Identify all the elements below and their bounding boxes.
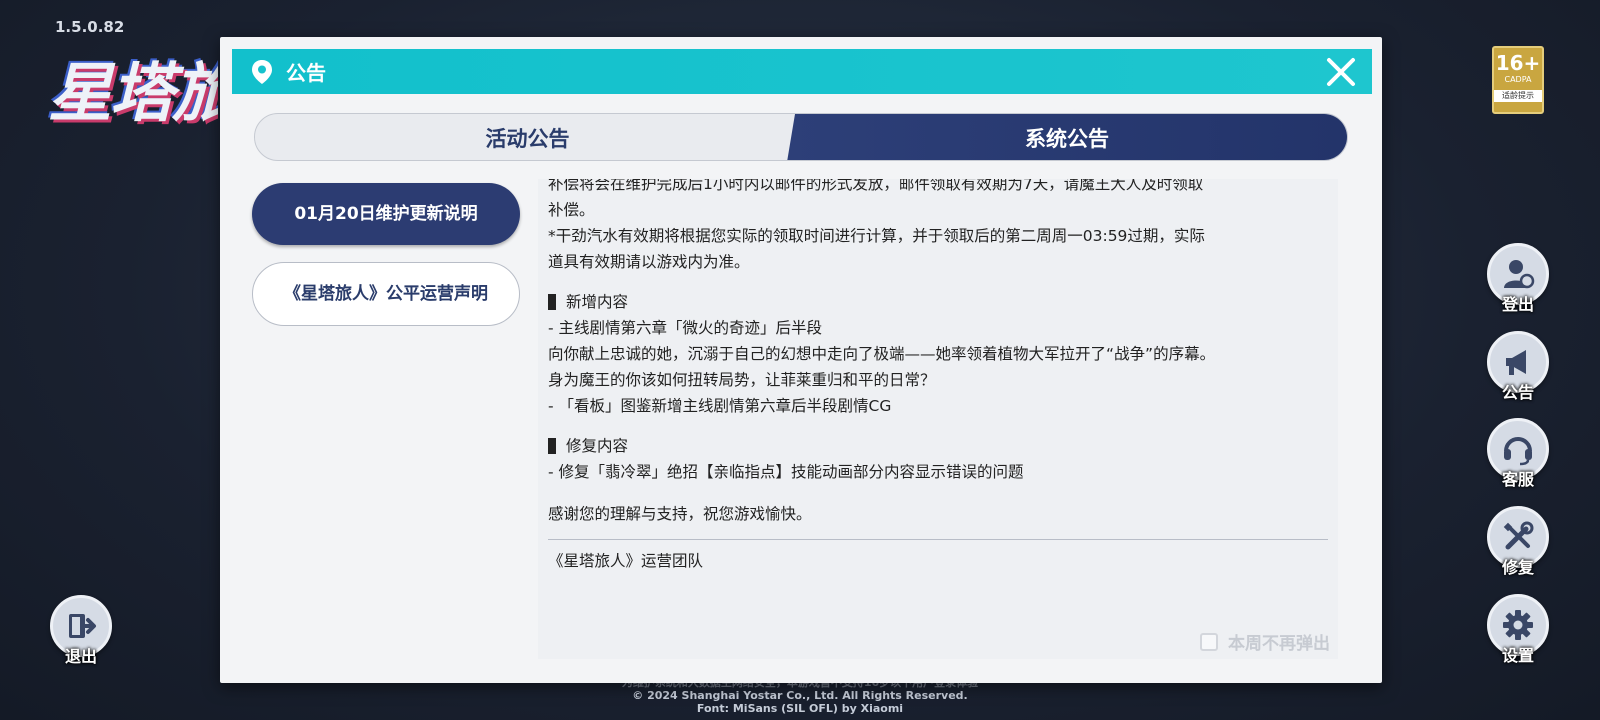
content-line: *干劲汽水有效期将根据您实际的领取时间进行计算，并于领取后的第二周周一03:59… xyxy=(548,227,1205,245)
age-rating-badge[interactable]: 16+ CADPA 适龄提示 xyxy=(1492,46,1544,114)
repair-button[interactable]: 修复 xyxy=(1485,506,1551,586)
age-rating-number: 16+ xyxy=(1495,51,1541,75)
section-marker-icon xyxy=(548,294,556,310)
notice-button[interactable]: 公告 xyxy=(1485,331,1551,411)
content-line: 身为魔王的你该如何扭转局势，让菲莱重归和平的日常？ xyxy=(548,371,936,389)
logout-button[interactable]: 登出 xyxy=(1485,243,1551,323)
content-line: - 主线剧情第六章「微火的奇迹」后半段 xyxy=(548,319,823,337)
settings-button[interactable]: 设置 xyxy=(1485,594,1551,674)
dont-show-this-week-checkbox[interactable]: 本周不再弹出 xyxy=(1200,629,1330,654)
settings-label: 设置 xyxy=(1501,646,1534,665)
dont-show-this-week-label: 本周不再弹出 xyxy=(1228,634,1330,654)
announcement-item-fair-operation[interactable]: 《星塔旅人》公平运营声明 xyxy=(252,262,520,326)
announcement-body: 补偿将会在维护完成后1小时内以邮件的形式发放，邮件领取有效期为7天，请魔王大人及… xyxy=(548,179,1328,574)
repair-label: 修复 xyxy=(1501,558,1534,577)
content-line: 道具有效期请以游戏内为准。 xyxy=(548,253,750,271)
content-line: 向你献上忠诚的她，沉溺于自己的幻想中走向了极端——她率领着植物大军拉开了“战争”… xyxy=(548,345,1216,363)
age-rating-org: CADPA xyxy=(1504,75,1532,84)
close-icon[interactable] xyxy=(1324,55,1358,89)
tab-system-announcement[interactable]: 系统公告 xyxy=(787,114,1347,160)
announcement-tabs: 活动公告 系统公告 xyxy=(254,113,1348,161)
content-line: 补偿。 xyxy=(548,201,595,219)
section-heading: 修复内容 xyxy=(548,433,1328,459)
section-heading: 新增内容 xyxy=(548,289,1328,315)
version-label: 1.5.0.82 xyxy=(55,18,125,36)
footer-line-3: Font: MiSans (SIL OFL) by Xiaomi xyxy=(696,702,904,715)
thanks-line: 感谢您的理解与支持，祝您游戏愉快。 xyxy=(548,505,812,523)
dialog-title: 公告 xyxy=(286,61,326,85)
tab-activity-announcement[interactable]: 活动公告 xyxy=(255,114,800,160)
age-rating-tip: 适龄提示 xyxy=(1494,90,1542,102)
section-title-fixes: 修复内容 xyxy=(566,437,629,455)
logout-label: 登出 xyxy=(1501,295,1534,314)
divider xyxy=(548,539,1328,540)
exit-label: 退出 xyxy=(64,647,97,666)
announcement-dialog: 公告 活动公告 系统公告 01月20日维护更新说明 《星塔旅人》公平运营声明 补… xyxy=(220,37,1382,683)
customer-service-label: 客服 xyxy=(1501,470,1534,489)
exit-button[interactable]: 退出 xyxy=(48,595,114,675)
location-pin-icon xyxy=(252,59,272,84)
signature-line: 《星塔旅人》运营团队 xyxy=(548,552,704,570)
customer-service-button[interactable]: 客服 xyxy=(1485,418,1551,498)
footer-line-2: © 2024 Shanghai Yostar Co., Ltd. All Rig… xyxy=(632,689,968,702)
section-marker-icon xyxy=(548,438,556,454)
content-line: - 「看板」图鉴新增主线剧情第六章后半段剧情CG xyxy=(548,397,892,415)
checkbox-icon[interactable] xyxy=(1200,632,1218,651)
section-title-new: 新增内容 xyxy=(566,293,629,311)
dialog-header: 公告 xyxy=(232,49,1372,94)
content-line: - 修复「翡冷翠」绝招【亲临指点】技能动画部分内容显示错误的问题 xyxy=(548,463,1024,481)
announcement-content[interactable]: 补偿将会在维护完成后1小时内以邮件的形式发放，邮件领取有效期为7天，请魔王大人及… xyxy=(538,179,1338,659)
game-logo: 星塔旅人 xyxy=(48,57,218,131)
notice-label: 公告 xyxy=(1501,383,1534,402)
content-line: 补偿将会在维护完成后1小时内以邮件的形式发放，邮件领取有效期为7天，请魔王大人及… xyxy=(548,179,1204,193)
announcement-item-maintenance[interactable]: 01月20日维护更新说明 xyxy=(252,183,520,245)
